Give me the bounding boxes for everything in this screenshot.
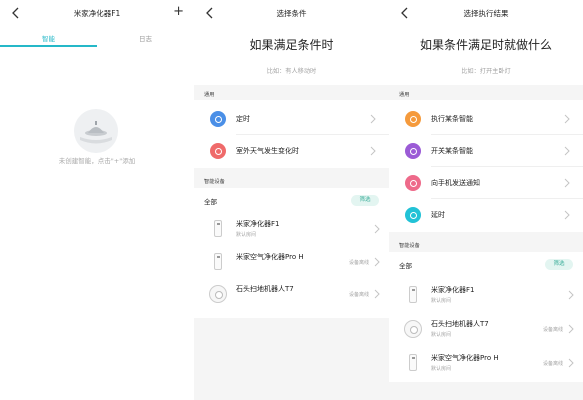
robot-vacuum-icon	[208, 284, 228, 304]
action-label: 执行某条智能	[431, 115, 473, 123]
chevron-right-icon	[374, 289, 380, 299]
device-room: 默认房间	[431, 332, 452, 338]
tab-log[interactable]: 日志	[97, 33, 194, 43]
filter-button[interactable]: 筛选	[351, 195, 379, 206]
device-item[interactable]: 石头扫地机器人T7 默认房间 设备离线	[389, 313, 583, 345]
weather-icon	[210, 143, 226, 159]
device-item[interactable]: 米家净化器F1 默认房间	[194, 213, 389, 245]
condition-select-screen: 选择条件 如果满足条件时 比如：有人移动时 通用 定时 室外天气发生变化时 智能…	[194, 0, 389, 400]
robot-vacuum-icon	[403, 319, 423, 339]
chevron-right-icon	[568, 358, 574, 368]
action-label: 向手机发送通知	[431, 179, 480, 187]
empty-state-text: 未创建智能，点击"+"添加	[58, 157, 136, 165]
device-room: 默认房间	[431, 298, 452, 304]
condition-item-timer[interactable]: 定时	[194, 103, 389, 135]
device-filter-row: 全部 筛选	[194, 192, 389, 210]
air-purifier-icon	[208, 252, 228, 272]
action-item-run-smart[interactable]: 执行某条智能	[389, 103, 583, 135]
device-status: 设备离线	[348, 292, 369, 298]
device-item[interactable]: 米家净化器F1 默认房间	[389, 279, 583, 311]
nav-bar: 米家净化器F1 +	[0, 0, 194, 30]
action-label: 延时	[431, 211, 445, 219]
nav-bar: 选择条件	[194, 0, 389, 30]
action-label: 开关某条智能	[431, 147, 473, 155]
page-title: 选择条件	[276, 9, 307, 18]
chevron-right-icon	[564, 210, 570, 220]
smart-list-screen: 米家净化器F1 + 智能 日志 未创建智能，点击"+"添加	[0, 0, 194, 400]
chevron-right-icon	[568, 324, 574, 334]
add-button[interactable]: +	[173, 5, 184, 18]
air-purifier-icon	[403, 285, 423, 305]
action-example: 比如：打开主卧灯	[461, 68, 511, 75]
nav-bar: 选择执行结果	[389, 0, 583, 30]
condition-label: 室外天气发生变化时	[236, 147, 299, 155]
condition-heading: 如果满足条件时	[249, 38, 334, 52]
device-name: 石头扫地机器人T7	[236, 285, 294, 293]
action-header: 如果条件满足时就做什么 比如：打开主卧灯	[389, 30, 583, 85]
device-status: 设备离线	[542, 361, 563, 367]
chevron-right-icon	[370, 146, 376, 156]
chevron-right-icon	[374, 257, 380, 267]
chevron-right-icon	[564, 178, 570, 188]
device-name: 米家空气净化器Pro H	[431, 354, 499, 362]
action-item-notify[interactable]: 向手机发送通知	[389, 167, 583, 199]
chevron-right-icon	[370, 114, 376, 124]
action-select-screen: 选择执行结果 如果条件满足时就做什么 比如：打开主卧灯 通用 执行某条智能 开关…	[389, 0, 583, 400]
device-item[interactable]: 米家空气净化器Pro H 设备离线	[194, 246, 389, 278]
device-item[interactable]: 米家空气净化器Pro H 默认房间 设备离线	[389, 347, 583, 379]
empty-state-illustration-icon	[74, 109, 118, 153]
page-title: 选择执行结果	[463, 9, 509, 18]
condition-header: 如果满足条件时 比如：有人移动时	[194, 30, 389, 85]
condition-label: 定时	[236, 115, 250, 123]
chevron-right-icon	[374, 224, 380, 234]
tab-indicator	[0, 45, 97, 47]
notification-icon	[405, 175, 421, 191]
chevron-right-icon	[568, 290, 574, 300]
action-heading: 如果条件满足时就做什么	[419, 38, 552, 52]
tab-bar: 智能 日志	[0, 30, 194, 48]
chevron-right-icon	[564, 146, 570, 156]
filter-button[interactable]: 筛选	[545, 259, 573, 270]
device-name: 石头扫地机器人T7	[431, 320, 489, 328]
air-purifier-icon	[208, 219, 228, 239]
condition-example: 比如：有人移动时	[266, 68, 317, 75]
tab-smart[interactable]: 智能	[0, 33, 97, 43]
clock-icon	[210, 111, 226, 127]
condition-item-weather[interactable]: 室外天气发生变化时	[194, 135, 389, 167]
device-item[interactable]: 石头扫地机器人T7 设备离线	[194, 278, 389, 310]
device-status: 设备离线	[542, 327, 563, 333]
chevron-right-icon	[564, 114, 570, 124]
action-item-delay[interactable]: 延时	[389, 199, 583, 231]
air-purifier-icon	[403, 353, 423, 373]
device-filter-row: 全部 筛选	[389, 256, 583, 274]
section-label-general: 通用	[399, 92, 410, 98]
device-name: 米家空气净化器Pro H	[236, 253, 304, 261]
section-label-devices: 智能设备	[399, 243, 420, 249]
action-item-toggle-smart[interactable]: 开关某条智能	[389, 135, 583, 167]
devices-card: 全部 筛选 米家净化器F1 默认房间 米家空气净化器Pro H 设备离线 石头扫…	[194, 188, 389, 318]
section-label-general: 通用	[204, 92, 215, 98]
device-room: 默认房间	[236, 232, 257, 238]
toggle-smart-icon	[405, 143, 421, 159]
general-actions-card: 执行某条智能 开关某条智能 向手机发送通知 延时	[389, 100, 583, 232]
device-room: 默认房间	[431, 366, 452, 372]
general-conditions-card: 定时 室外天气发生变化时	[194, 100, 389, 168]
all-devices-label: 全部	[399, 262, 412, 270]
delay-timer-icon	[405, 207, 421, 223]
run-smart-icon	[405, 111, 421, 127]
device-name: 米家净化器F1	[431, 286, 475, 294]
all-devices-label: 全部	[204, 198, 217, 206]
device-status: 设备离线	[348, 260, 369, 266]
page-title: 米家净化器F1	[73, 9, 121, 18]
section-label-devices: 智能设备	[204, 179, 225, 185]
devices-card: 全部 筛选 米家净化器F1 默认房间 石头扫地机器人T7 默认房间 设备离线 米…	[389, 252, 583, 382]
device-name: 米家净化器F1	[236, 220, 280, 228]
